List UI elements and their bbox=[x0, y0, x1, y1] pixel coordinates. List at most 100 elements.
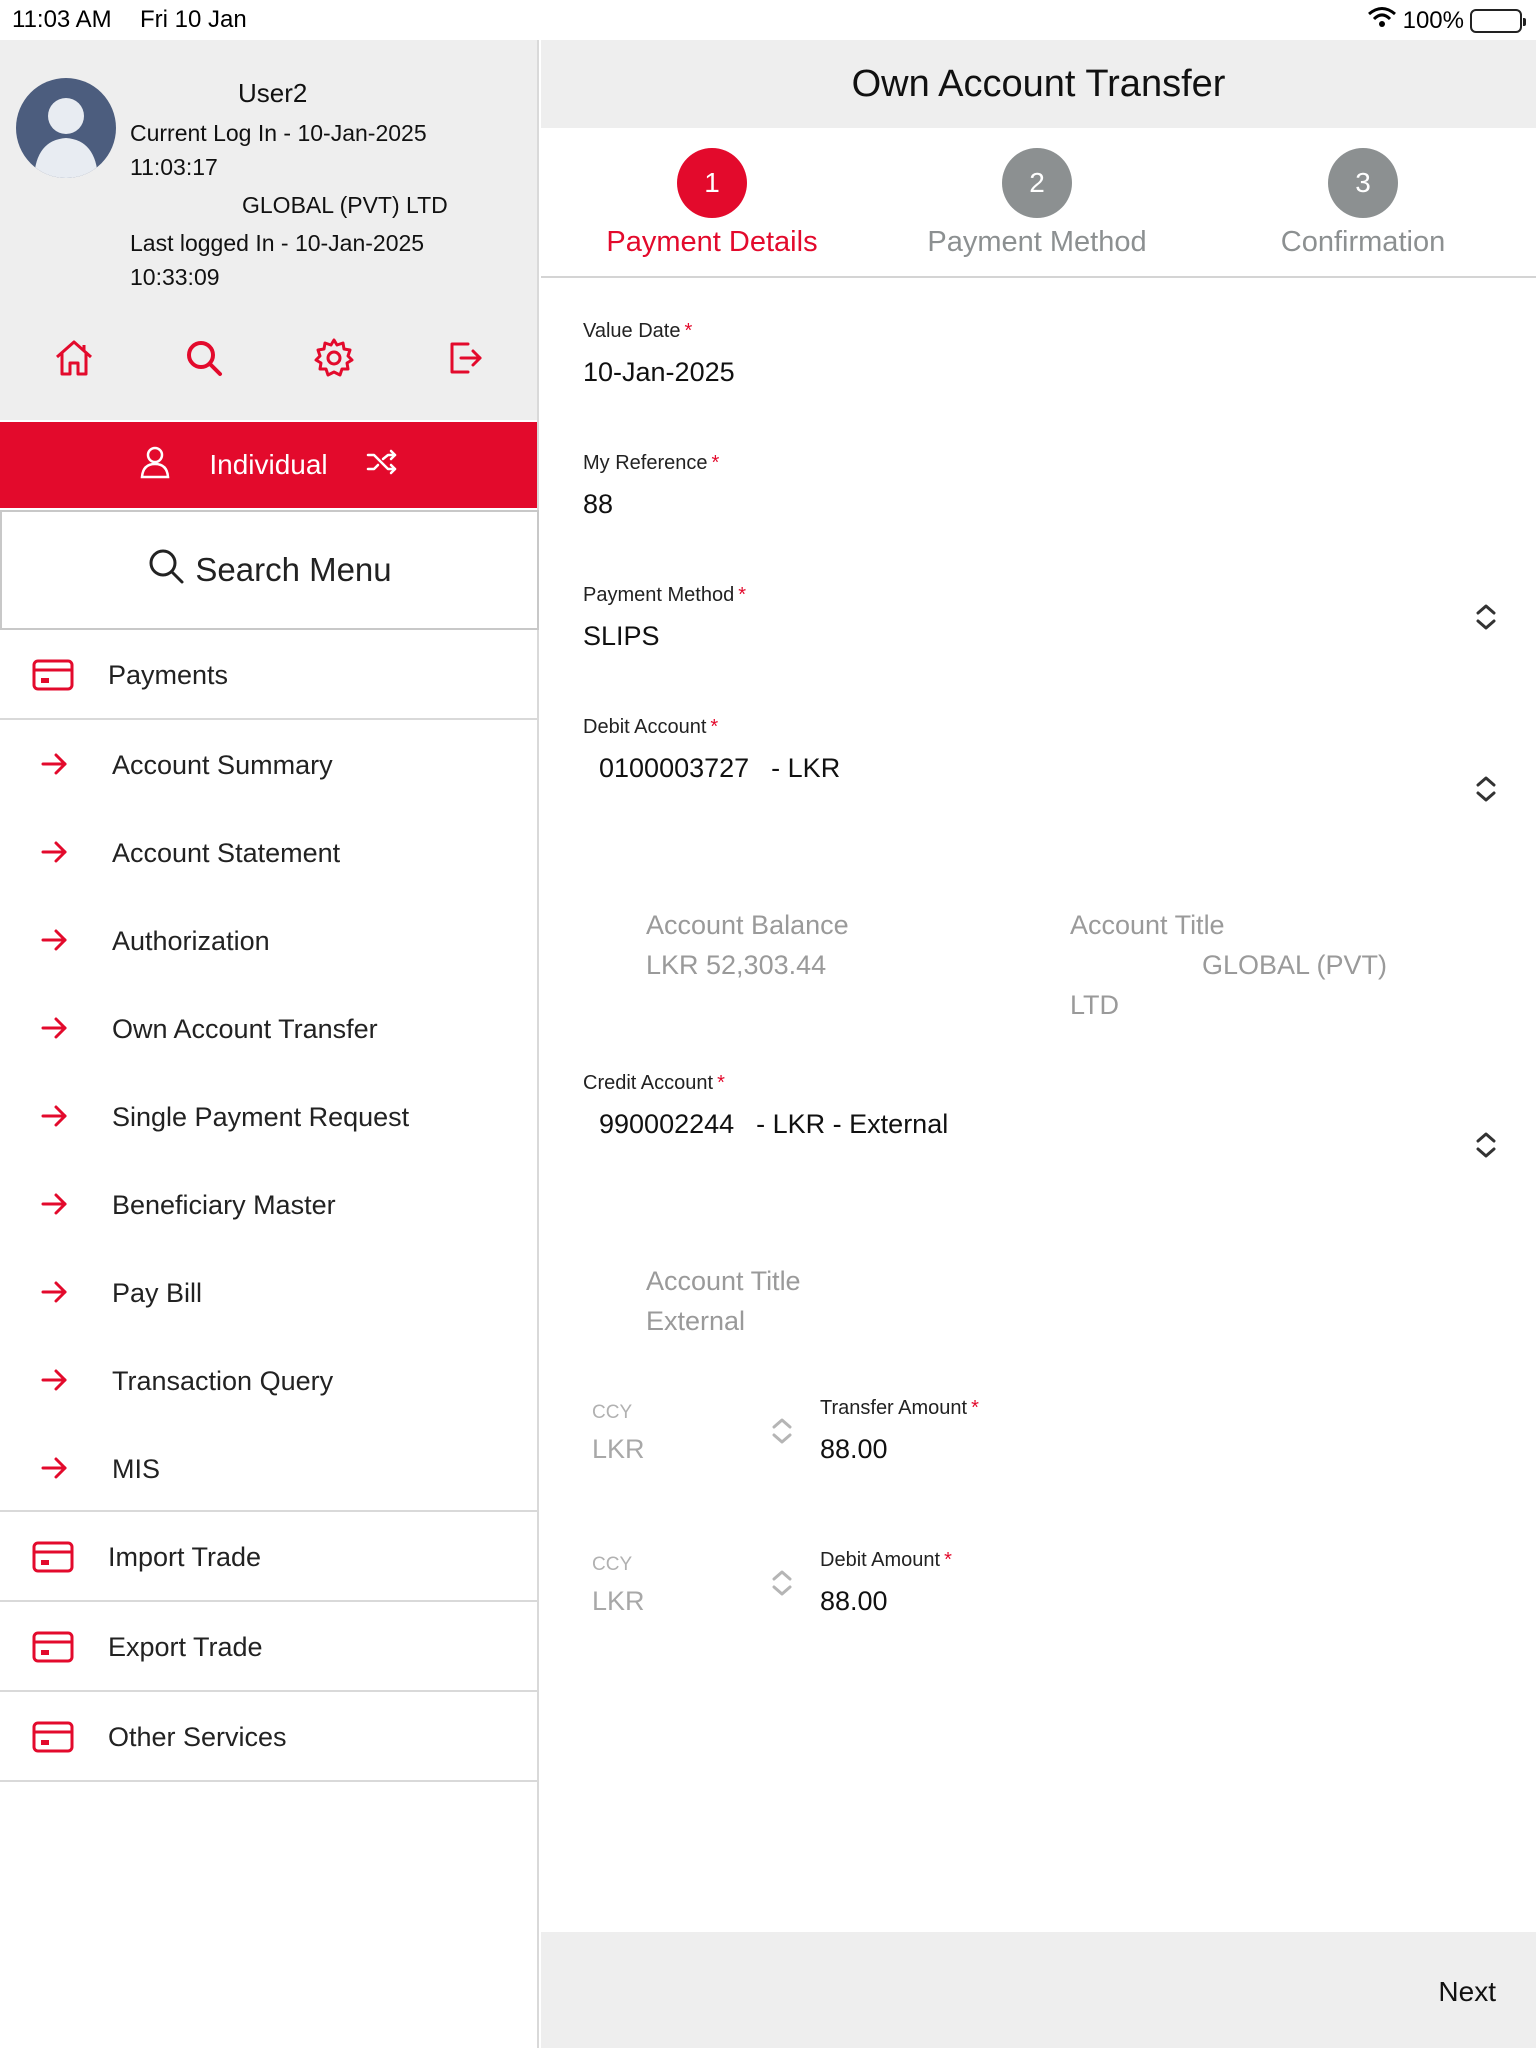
menu-item-label: Own Account Transfer bbox=[112, 1014, 378, 1044]
transfer-ccy-value[interactable]: LKR bbox=[592, 1434, 645, 1465]
sidebar: User2 Current Log In - 10-Jan-2025 11:03… bbox=[0, 40, 539, 2048]
home-icon[interactable] bbox=[48, 332, 100, 384]
logout-icon[interactable] bbox=[438, 332, 490, 384]
transfer-amount-label: Transfer Amount * bbox=[820, 1397, 979, 1419]
menu-group-import-trade[interactable]: Import Trade bbox=[0, 1514, 537, 1602]
card-icon bbox=[32, 1630, 74, 1671]
ccy-chevron-icon[interactable] bbox=[769, 1568, 795, 1603]
menu-item-label: Beneficiary Master bbox=[112, 1190, 336, 1220]
last-login-time: 10:33:09 bbox=[130, 264, 220, 290]
profile-username: User2 bbox=[238, 78, 308, 108]
step-payment-method[interactable]: 2 Payment Method bbox=[887, 148, 1187, 259]
credit-account-title-label: Account Title bbox=[646, 1266, 801, 1296]
battery-percent: 100% bbox=[1402, 6, 1464, 34]
menu-item-beneficiary-master[interactable]: Beneficiary Master bbox=[0, 1162, 537, 1250]
menu-item-transaction-query[interactable]: Transaction Query bbox=[0, 1338, 537, 1426]
menu-group-label: Import Trade bbox=[108, 1542, 262, 1572]
mode-label: Individual bbox=[209, 449, 328, 480]
arrow-right-icon bbox=[40, 1016, 68, 1047]
select-chevron-icon[interactable] bbox=[1472, 602, 1500, 632]
arrow-right-icon bbox=[40, 752, 68, 783]
payment-method-label: Payment Method * bbox=[583, 584, 746, 606]
page-header: Own Account Transfer bbox=[541, 40, 1536, 128]
profile-panel: User2 Current Log In - 10-Jan-2025 11:03… bbox=[0, 40, 537, 420]
footer-bar: Next bbox=[541, 1932, 1536, 2048]
debit-amount-value: 88.00 bbox=[820, 1586, 888, 1616]
current-login-text: Current Log In - 10-Jan-2025 bbox=[130, 120, 427, 146]
user-icon bbox=[139, 445, 171, 486]
debit-account-value: 0100003727- LKR bbox=[599, 753, 841, 783]
transfer-amount-field[interactable]: Transfer Amount * 88.00 bbox=[820, 1397, 979, 1465]
menu-item-label: Transaction Query bbox=[112, 1366, 334, 1396]
menu-item-account-statement[interactable]: Account Statement bbox=[0, 810, 537, 898]
ccy-chevron-icon[interactable] bbox=[769, 1416, 795, 1451]
menu-item-label: MIS bbox=[112, 1454, 161, 1484]
debit-amount-field[interactable]: Debit Amount * 88.00 bbox=[820, 1549, 952, 1617]
my-reference-value: 88 bbox=[583, 489, 614, 519]
mode-switch-bar[interactable]: Individual bbox=[0, 422, 537, 508]
menu-item-mis[interactable]: MIS bbox=[0, 1426, 537, 1512]
card-icon bbox=[32, 1540, 74, 1581]
step-payment-details[interactable]: 1 Payment Details bbox=[562, 148, 862, 259]
credit-account-value: 990002244- LKR - External bbox=[599, 1109, 949, 1139]
menu-item-pay-bill[interactable]: Pay Bill bbox=[0, 1250, 537, 1338]
card-icon bbox=[32, 658, 74, 699]
credit-account-field[interactable]: Credit Account * 990002244- LKR - Externa… bbox=[583, 1072, 948, 1140]
menu-item-own-account-transfer[interactable]: Own Account Transfer bbox=[0, 986, 537, 1074]
debit-ccy-value[interactable]: LKR bbox=[592, 1586, 645, 1617]
debit-account-title-label: Account Title bbox=[1070, 910, 1225, 940]
menu-item-single-payment-request[interactable]: Single Payment Request bbox=[0, 1074, 537, 1162]
shuffle-icon bbox=[366, 448, 398, 483]
step-label: Confirmation bbox=[1280, 226, 1446, 258]
wifi-icon bbox=[1367, 6, 1397, 35]
debit-ccy-label: CCY bbox=[592, 1554, 633, 1575]
menu-item-label: Account Summary bbox=[112, 750, 333, 780]
value-date-label: Value Date * bbox=[583, 320, 693, 342]
card-icon bbox=[32, 1720, 74, 1761]
transfer-amount-value: 88.00 bbox=[820, 1434, 888, 1464]
step-number: 2 bbox=[1002, 148, 1072, 218]
arrow-right-icon bbox=[40, 1368, 68, 1399]
menu-item-label: Single Payment Request bbox=[112, 1102, 410, 1132]
current-login-time: 11:03:17 bbox=[130, 154, 218, 180]
gear-icon[interactable] bbox=[308, 332, 360, 384]
step-confirmation[interactable]: 3 Confirmation bbox=[1213, 148, 1513, 259]
main-panel: Own Account Transfer 1 Payment Details 2… bbox=[541, 40, 1536, 2048]
my-reference-field[interactable]: My Reference * 88 bbox=[583, 452, 719, 520]
select-chevron-icon[interactable] bbox=[1472, 774, 1500, 804]
step-number: 1 bbox=[677, 148, 747, 218]
menu-item-label: Pay Bill bbox=[112, 1278, 203, 1308]
menu-group-payments[interactable]: Payments bbox=[0, 632, 537, 720]
search-icon[interactable] bbox=[178, 332, 230, 384]
menu-group-export-trade[interactable]: Export Trade bbox=[0, 1604, 537, 1692]
my-reference-label: My Reference * bbox=[583, 452, 720, 474]
debit-account-field[interactable]: Debit Account * 0100003727- LKR bbox=[583, 716, 840, 784]
stepper: 1 Payment Details 2 Payment Method 3 Con… bbox=[541, 128, 1536, 278]
next-button[interactable]: Next bbox=[1438, 1976, 1496, 2008]
battery-icon bbox=[1470, 8, 1526, 33]
value-date-field[interactable]: Value Date * 10-Jan-2025 bbox=[583, 320, 735, 388]
status-bar: 11:03 AM Fri 10 Jan 100% bbox=[0, 0, 1536, 40]
debit-account-label: Debit Account * bbox=[583, 716, 719, 738]
select-chevron-icon[interactable] bbox=[1472, 1130, 1500, 1160]
step-label: Payment Details bbox=[606, 226, 818, 258]
menu-item-authorization[interactable]: Authorization bbox=[0, 898, 537, 986]
menu-group-other-services[interactable]: Other Services bbox=[0, 1694, 537, 1782]
search-menu-button[interactable]: Search Menu bbox=[0, 510, 539, 630]
debit-account-title-value-cont: LTD bbox=[1070, 990, 1120, 1020]
menu-group-label: Other Services bbox=[108, 1722, 287, 1752]
value-date-value: 10-Jan-2025 bbox=[583, 357, 735, 387]
status-time: 11:03 AM bbox=[12, 6, 112, 33]
payment-method-value: SLIPS bbox=[583, 621, 660, 651]
arrow-right-icon bbox=[40, 840, 68, 871]
search-icon bbox=[147, 547, 185, 593]
avatar bbox=[16, 78, 116, 178]
arrow-right-icon bbox=[40, 928, 68, 959]
menu-group-label: Export Trade bbox=[108, 1632, 263, 1662]
menu-item-label: Authorization bbox=[112, 926, 270, 956]
menu-item-account-summary[interactable]: Account Summary bbox=[0, 722, 537, 810]
account-balance-label: Account Balance bbox=[646, 910, 849, 940]
profile-icon-bar bbox=[0, 332, 537, 392]
debit-amount-label: Debit Amount * bbox=[820, 1549, 952, 1571]
payment-method-field[interactable]: Payment Method * SLIPS bbox=[583, 584, 746, 652]
